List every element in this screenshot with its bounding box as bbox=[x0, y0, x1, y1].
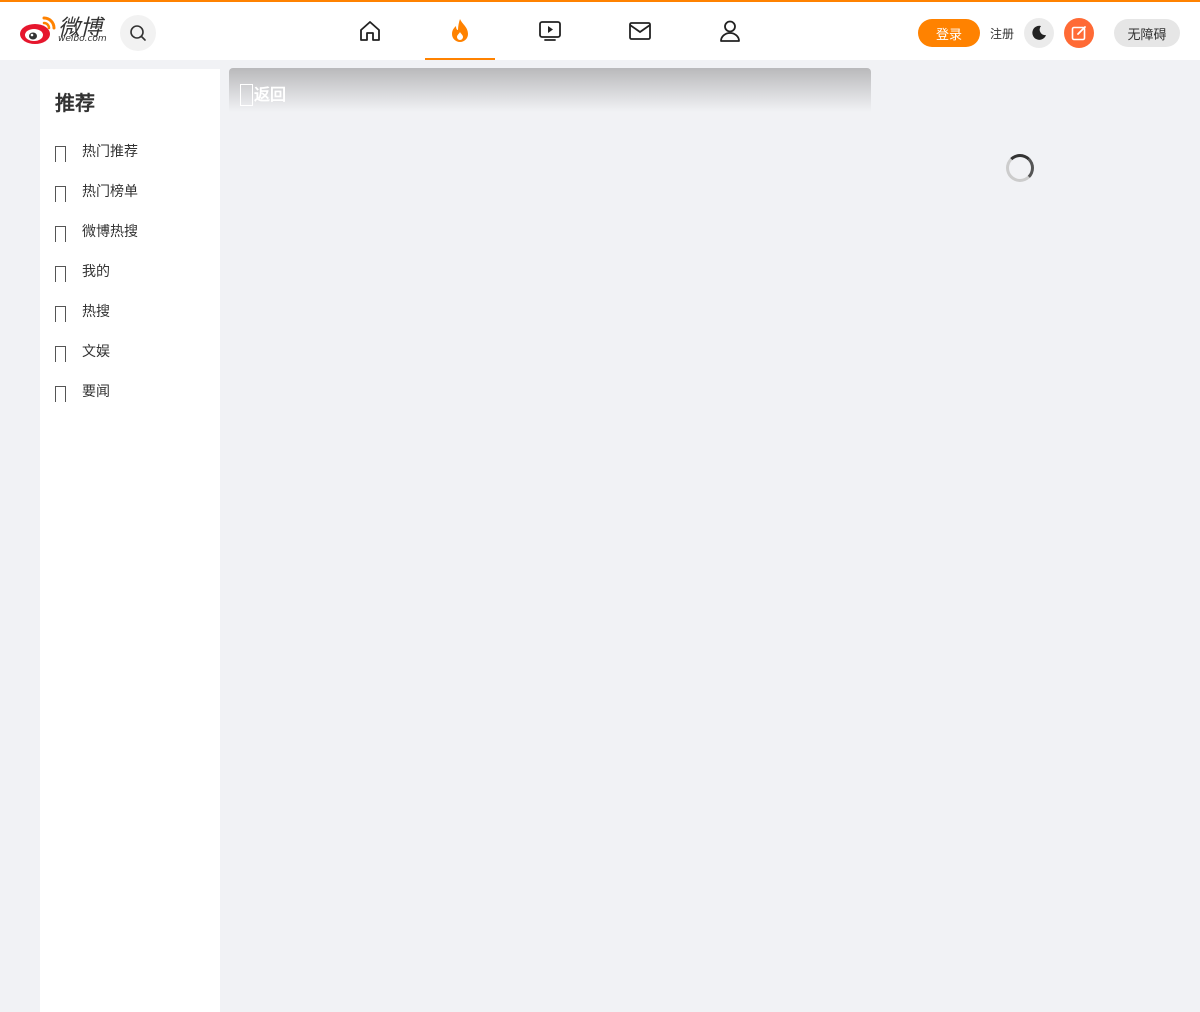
compose-icon bbox=[1071, 26, 1086, 41]
nav-home[interactable] bbox=[325, 2, 415, 60]
sidebar-item-label: 要闻 bbox=[82, 384, 110, 400]
missing-glyph-icon bbox=[240, 84, 253, 106]
sidebar-item-label: 热搜 bbox=[82, 304, 110, 320]
logo-domain: weibo.com bbox=[58, 34, 107, 44]
sidebar-item-mine[interactable]: 我的 bbox=[55, 251, 215, 291]
missing-glyph-icon bbox=[55, 266, 66, 282]
sidebar-item-label: 热门推荐 bbox=[82, 144, 138, 160]
main-nav bbox=[325, 2, 775, 60]
mail-icon bbox=[629, 22, 651, 40]
missing-glyph-icon bbox=[55, 186, 66, 202]
loading-spinner bbox=[1006, 154, 1034, 182]
nav-hot[interactable] bbox=[415, 2, 505, 60]
nav-messages[interactable] bbox=[595, 2, 685, 60]
sidebar-item-label: 我的 bbox=[82, 264, 110, 280]
nav-video[interactable] bbox=[505, 2, 595, 60]
accessibility-button[interactable]: 无障碍 bbox=[1114, 19, 1180, 47]
weibo-logo[interactable]: 微博 weibo.com bbox=[18, 12, 110, 48]
sidebar-item-news[interactable]: 要闻 bbox=[55, 371, 215, 411]
user-icon bbox=[720, 20, 740, 42]
missing-glyph-icon bbox=[55, 346, 66, 362]
theme-toggle-button[interactable] bbox=[1024, 18, 1054, 48]
login-button[interactable]: 登录 bbox=[918, 19, 980, 47]
main-content-header: 返回 bbox=[229, 68, 871, 112]
flame-icon bbox=[452, 19, 468, 42]
missing-glyph-icon bbox=[55, 226, 66, 242]
sidebar-item-label: 微博热搜 bbox=[82, 224, 138, 240]
weibo-eye-icon bbox=[20, 16, 56, 44]
search-icon bbox=[130, 25, 146, 41]
sidebar-item-label: 热门榜单 bbox=[82, 184, 138, 200]
sidebar-title: 推荐 bbox=[55, 91, 95, 115]
home-icon bbox=[360, 21, 380, 41]
back-button[interactable]: 返回 bbox=[240, 80, 286, 106]
moon-icon bbox=[1032, 25, 1046, 40]
sidebar-item-weibo-hot-search[interactable]: 微博热搜 bbox=[55, 211, 215, 251]
compose-button[interactable] bbox=[1064, 18, 1094, 48]
missing-glyph-icon bbox=[55, 306, 66, 322]
search-button[interactable] bbox=[120, 15, 156, 51]
sidebar-item-hot-search[interactable]: 热搜 bbox=[55, 291, 215, 331]
sidebar-item-hot-recommend[interactable]: 热门推荐 bbox=[55, 131, 215, 171]
sidebar-item-entertainment[interactable]: 文娱 bbox=[55, 331, 215, 371]
missing-glyph-icon bbox=[55, 386, 66, 402]
sidebar-list: 热门推荐 热门榜单 微博热搜 我的 热搜 文娱 要闻 bbox=[55, 131, 215, 411]
sidebar-item-hot-ranking[interactable]: 热门榜单 bbox=[55, 171, 215, 211]
tv-icon bbox=[539, 21, 561, 41]
back-label: 返回 bbox=[254, 85, 287, 104]
nav-profile[interactable] bbox=[685, 2, 775, 60]
register-link[interactable]: 注册 bbox=[990, 25, 1014, 42]
sidebar: 推荐 热门推荐 热门榜单 微博热搜 我的 热搜 文娱 要闻 bbox=[40, 69, 220, 1012]
sidebar-item-label: 文娱 bbox=[82, 344, 110, 360]
missing-glyph-icon bbox=[55, 146, 66, 162]
top-navigation-bar: 微博 weibo.com 登录 注册 无障碍 bbox=[0, 0, 1200, 60]
